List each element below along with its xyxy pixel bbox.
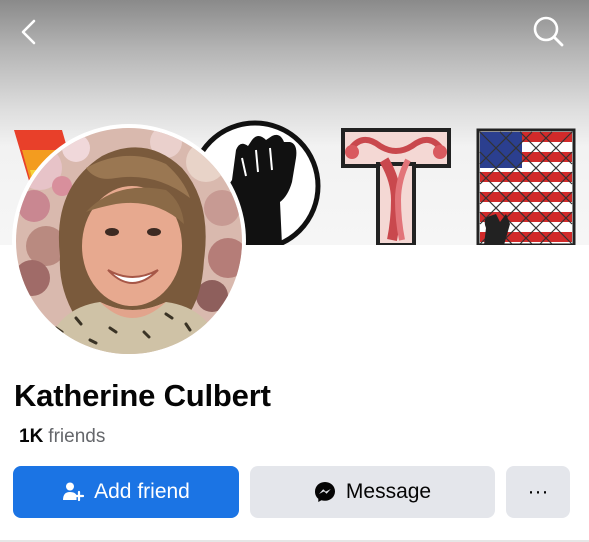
letter-t-uterus xyxy=(341,128,451,245)
messenger-icon xyxy=(314,481,336,503)
profile-photo xyxy=(16,128,242,354)
friends-label: friends xyxy=(48,426,106,447)
add-friend-button[interactable]: Add friend xyxy=(13,466,239,518)
profile-picture[interactable] xyxy=(12,124,246,358)
profile-name: Katherine Culbert xyxy=(14,378,271,413)
message-button[interactable]: Message xyxy=(250,466,495,518)
more-dots-icon: ··· xyxy=(527,480,549,503)
more-options-button[interactable]: ··· xyxy=(506,466,570,518)
back-button[interactable] xyxy=(10,12,50,52)
add-friend-icon xyxy=(62,481,85,503)
message-label: Message xyxy=(345,480,432,503)
friends-count[interactable]: 1K friends xyxy=(19,426,105,448)
search-icon xyxy=(533,16,564,47)
friends-count-value: 1K xyxy=(19,426,44,447)
search-button[interactable] xyxy=(528,12,568,52)
chevron-left-icon xyxy=(21,19,36,45)
profile-screen: Katherine Culbert 1K friends Add friend M… xyxy=(0,0,589,542)
add-friend-label: Add friend xyxy=(94,480,190,503)
letter-e-flag xyxy=(476,128,576,245)
